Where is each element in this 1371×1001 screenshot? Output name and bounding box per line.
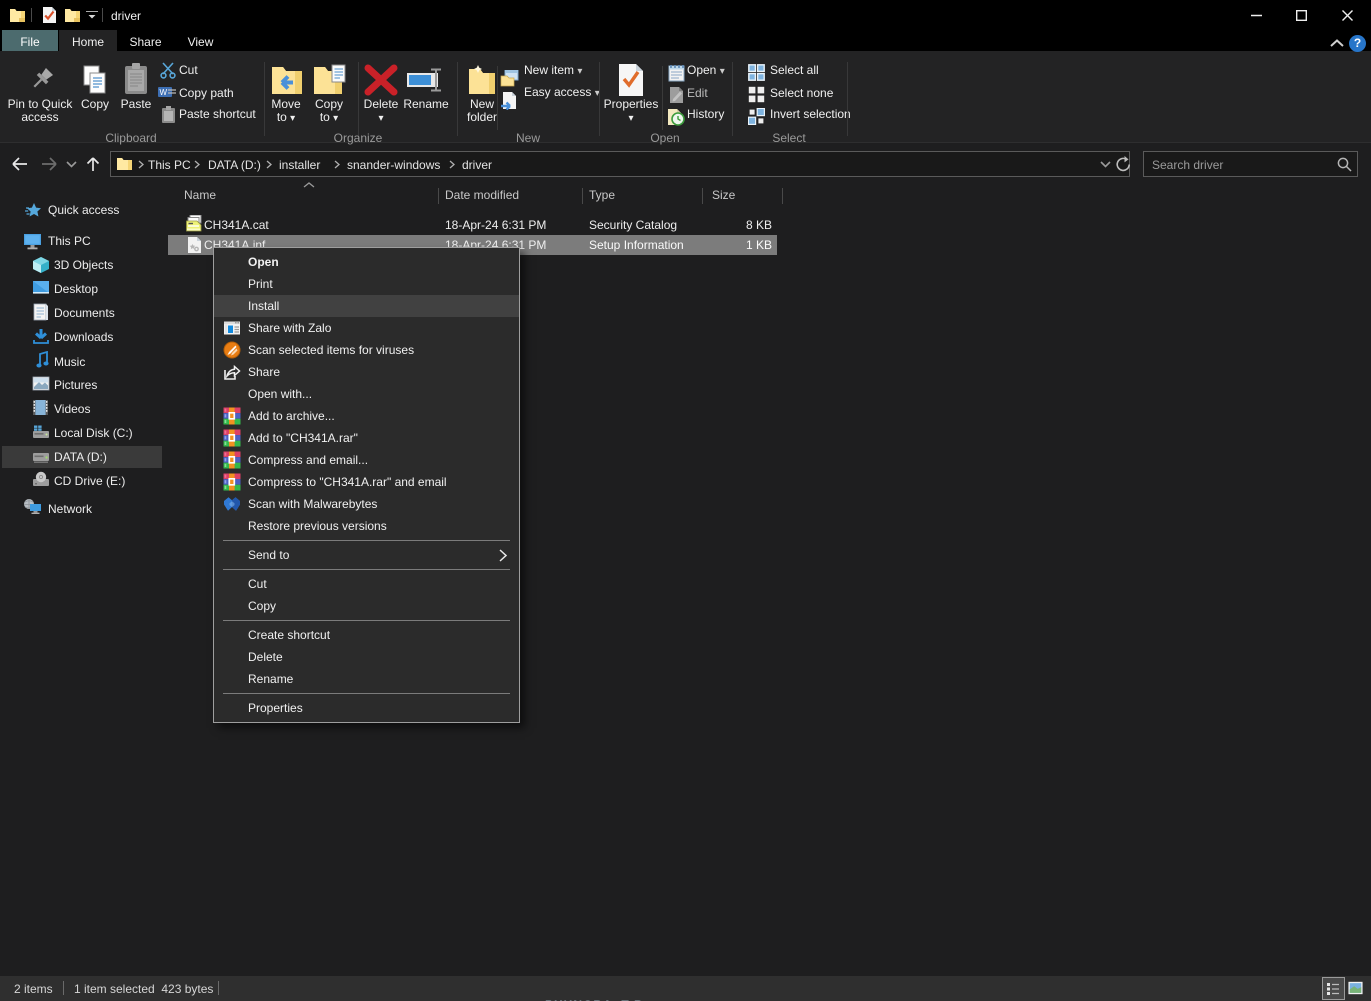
svg-text:W: W [160,88,168,97]
